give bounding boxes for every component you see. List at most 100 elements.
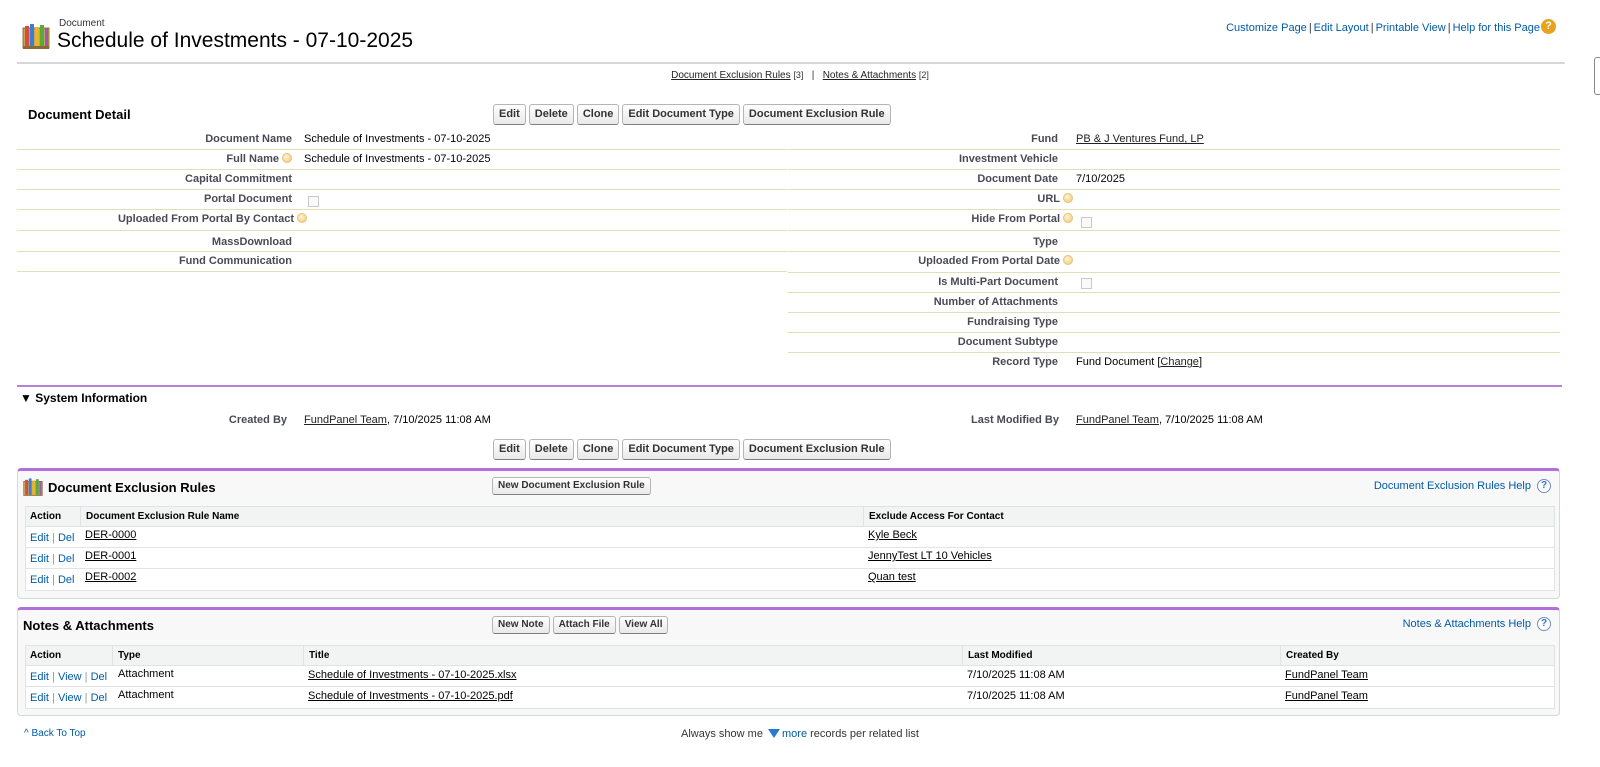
column-header: Exclude Access For Contact [869,511,1004,522]
view-all-button[interactable]: View All [618,616,669,634]
contact-link[interactable]: JennyTest LT 10 Vehicles [868,550,992,562]
edit-layout-link[interactable]: Edit Layout [1314,22,1369,34]
field-row-type: Type [788,231,1560,252]
table-row: Edit | Del DER-0001 JennyTest LT 10 Vehi… [26,548,1554,569]
del-link[interactable]: Del [91,692,108,704]
field-row-document-name: Document Name Schedule of Investments - … [17,130,787,150]
field-row-fundraising-type: Fundraising Type [788,313,1560,333]
hide-from-portal-checkbox [1081,217,1092,228]
related-list-hover-links: Document Exclusion Rules [3] | Notes & A… [0,70,1600,81]
rule-name-link[interactable]: DER-0001 [85,550,136,562]
column-header: Title [309,650,330,661]
del-link[interactable]: Del [58,574,75,586]
field-label: URL [1037,193,1073,205]
table-header: Action Type Title Last Modified Created … [26,646,1554,666]
exclusion-rules-hover-link[interactable]: Document Exclusion Rules [671,70,791,81]
attach-file-button[interactable]: Attach File [552,616,616,634]
header-links: Customize Page | Edit Layout | Printable Vie… [1226,22,1540,34]
notes-title: Notes & Attachments [23,618,154,633]
table-row: Edit | View | Del Attachment Schedule of… [26,666,1554,687]
exclusion-rules-help[interactable]: Document Exclusion Rules Help? [1374,479,1551,493]
edit-button-bottom[interactable]: Edit [493,439,526,460]
field-row-number-attachments: Number of Attachments [788,293,1560,313]
column-divider [303,646,304,666]
field-label: Portal Document [203,193,292,205]
field-value: Schedule of Investments - 07-10-2025 [304,153,491,165]
edit-link[interactable]: Edit [30,532,49,544]
edit-link[interactable]: Edit [30,671,49,683]
last-modified-value: 7/10/2025 11:08 AM [967,669,1065,681]
system-info-toggle[interactable]: ▼ System Information [20,391,147,405]
help-for-page-link[interactable]: Help for this Page [1453,22,1540,34]
del-link[interactable]: Del [58,553,75,565]
attachment-type: Attachment [118,689,174,701]
info-icon[interactable] [1063,193,1073,203]
info-icon[interactable] [1063,213,1073,223]
created-by-value: FundPanel Team, 7/10/2025 11:08 AM [304,414,491,426]
field-row-fund-communication: Fund Communication [17,252,787,272]
edit-document-type-button[interactable]: Edit Document Type [622,104,740,125]
modified-by-user-link[interactable]: FundPanel Team [1076,414,1159,426]
notes-hover-link[interactable]: Notes & Attachments [823,70,916,81]
view-link[interactable]: View [58,671,82,683]
notes-help[interactable]: Notes & Attachments Help? [1403,617,1551,631]
document-object-icon [22,22,50,50]
column-divider [80,507,81,527]
customize-page-link[interactable]: Customize Page [1226,22,1307,34]
last-modified-value: FundPanel Team, 7/10/2025 11:08 AM [1076,414,1263,426]
field-value: 7/10/2025 [1076,173,1125,185]
edit-document-type-button-bottom[interactable]: Edit Document Type [622,439,740,460]
attachment-title-link[interactable]: Schedule of Investments - 07-10-2025.pdf [308,690,513,702]
column-header: Document Exclusion Rule Name [86,511,240,522]
new-note-button[interactable]: New Note [492,616,550,634]
clone-button[interactable]: Clone [576,104,620,125]
column-divider [962,646,963,666]
created-by-user-link[interactable]: FundPanel Team [304,414,387,426]
help-icon[interactable]: ? [1541,19,1556,34]
notes-table: Action Type Title Last Modified Created … [25,645,1555,709]
row-actions: Edit | Del [30,532,75,544]
document-exclusion-rule-button-bottom[interactable]: Document Exclusion Rule [742,439,891,460]
printable-view-link[interactable]: Printable View [1376,22,1446,34]
rule-name-link[interactable]: DER-0000 [85,529,136,541]
created-by-link[interactable]: FundPanel Team [1285,690,1368,702]
contact-link[interactable]: Quan test [868,571,916,583]
view-link[interactable]: View [58,692,82,704]
row-actions: Edit | View | Del [30,671,108,683]
field-row-massdownload: MassDownload [17,231,787,252]
header-divider [17,62,1565,64]
info-icon[interactable] [1063,255,1073,265]
show-more-records: Always show me more records per related … [681,728,919,740]
delete-button[interactable]: Delete [528,104,574,125]
field-row-portal-document: Portal Document [17,190,787,210]
edit-link[interactable]: Edit [30,692,49,704]
column-divider [1280,646,1281,666]
field-row-multipart: Is Multi-Part Document [788,273,1560,293]
table-row: Edit | Del DER-0002 Quan test [26,569,1554,590]
edit-button[interactable]: Edit [493,104,526,125]
field-label: Investment Vehicle [958,153,1058,165]
document-exclusion-rule-button[interactable]: Document Exclusion Rule [742,104,891,125]
change-record-type-link[interactable]: Change [1160,356,1199,368]
rule-name-link[interactable]: DER-0002 [85,571,136,583]
edit-link[interactable]: Edit [30,574,49,586]
more-records-link[interactable]: more [782,728,807,740]
info-icon[interactable] [297,213,307,223]
field-label: Uploaded From Portal Date [918,255,1073,267]
table-row: Edit | Del DER-0000 Kyle Beck [26,527,1554,548]
delete-button-bottom[interactable]: Delete [528,439,574,460]
contact-link[interactable]: Kyle Beck [868,529,917,541]
fund-link[interactable]: PB & J Ventures Fund, LP [1076,133,1204,145]
attachment-title-link[interactable]: Schedule of Investments - 07-10-2025.xls… [308,669,517,681]
info-icon[interactable] [282,153,292,163]
field-label: Record Type [992,356,1058,368]
row-actions: Edit | View | Del [30,692,108,704]
clone-button-bottom[interactable]: Clone [576,439,620,460]
edit-link[interactable]: Edit [30,553,49,565]
new-exclusion-rule-button[interactable]: New Document Exclusion Rule [492,477,651,495]
del-link[interactable]: Del [91,671,108,683]
del-link[interactable]: Del [58,532,75,544]
field-label: Is Multi-Part Document [938,276,1058,288]
hover-link-separator: | [811,70,815,81]
created-by-link[interactable]: FundPanel Team [1285,669,1368,681]
